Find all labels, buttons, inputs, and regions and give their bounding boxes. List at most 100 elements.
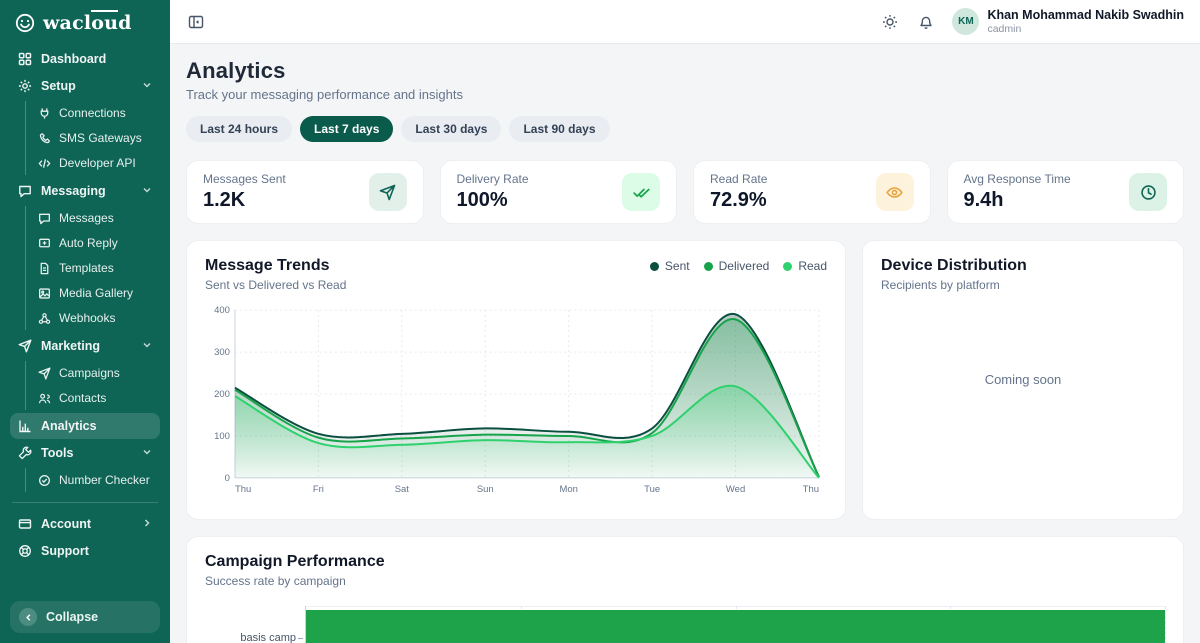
sidebar-item-developer-api[interactable]: Developer API bbox=[32, 151, 160, 175]
sidebar-item-label: Media Gallery bbox=[59, 286, 134, 300]
smiley-logo-icon bbox=[14, 12, 36, 34]
sidebar-item-number-checker[interactable]: Number Checker bbox=[32, 468, 160, 492]
image-icon bbox=[38, 287, 51, 300]
sidebar-toggle-button[interactable] bbox=[186, 12, 206, 32]
sidebar-item-connections[interactable]: Connections bbox=[32, 101, 160, 125]
bar-plot-area bbox=[305, 606, 1166, 643]
message-icon bbox=[38, 212, 51, 225]
sidebar-item-account[interactable]: Account bbox=[10, 511, 160, 537]
sidebar-item-label: Developer API bbox=[59, 156, 136, 170]
sidebar-item-contacts[interactable]: Contacts bbox=[32, 386, 160, 410]
filter-last-30-days[interactable]: Last 30 days bbox=[401, 116, 502, 142]
stat-card-messages-sent: Messages Sent 1.2K bbox=[186, 160, 424, 224]
chevron-right-icon bbox=[142, 518, 152, 531]
stat-value: 9.4h bbox=[963, 189, 1004, 211]
device-distribution-title: Device Distribution bbox=[881, 257, 1027, 274]
sidebar-item-tools[interactable]: Tools bbox=[10, 440, 160, 466]
clock-icon bbox=[1129, 173, 1167, 211]
chat-bubble-icon bbox=[18, 184, 32, 198]
sidebar-item-label: Campaigns bbox=[59, 366, 120, 380]
coming-soon-text: Coming soon bbox=[984, 371, 1062, 387]
legend-item-read[interactable]: Read bbox=[783, 259, 827, 273]
filter-last-90-days[interactable]: Last 90 days bbox=[509, 116, 610, 142]
send-icon bbox=[18, 339, 32, 353]
axis-tick bbox=[298, 637, 303, 639]
auto-reply-icon bbox=[38, 237, 51, 250]
message-trends-card: Message Trends Sent vs Delivered vs Read… bbox=[186, 240, 846, 520]
filter-last-7-days[interactable]: Last 7 days bbox=[300, 116, 394, 142]
svg-text:0: 0 bbox=[225, 473, 230, 484]
sidebar-item-dashboard[interactable]: Dashboard bbox=[10, 46, 160, 72]
stat-value: 100% bbox=[456, 189, 508, 211]
credit-card-icon bbox=[18, 517, 32, 531]
sidebar-item-label: Messaging bbox=[41, 183, 106, 198]
sidebar-item-messaging[interactable]: Messaging bbox=[10, 178, 160, 204]
send-icon bbox=[368, 173, 407, 211]
user-menu[interactable]: KM Khan Mohammad Nakib Swadhin cadmin bbox=[952, 8, 1184, 36]
sidebar-item-messages[interactable]: Messages bbox=[32, 206, 160, 230]
stat-cards: Messages Sent 1.2K Delivery Rate 100% Re… bbox=[186, 160, 1184, 224]
sidebar-item-support[interactable]: Support bbox=[10, 538, 160, 564]
campaign-bar[interactable] bbox=[306, 610, 1165, 643]
sidebar-item-media-gallery[interactable]: Media Gallery bbox=[32, 281, 160, 305]
code-icon bbox=[38, 157, 51, 170]
stat-label: Read Rate bbox=[710, 172, 768, 186]
sidebar-item-marketing[interactable]: Marketing bbox=[10, 333, 160, 359]
eye-icon bbox=[875, 173, 914, 211]
legend-dot-sent bbox=[649, 261, 659, 271]
svg-text:300: 300 bbox=[214, 347, 230, 358]
message-trends-chart: 0 100 200 300 400 Thu Fri Sat Sun Mon Tue Wed Thu bbox=[214, 305, 820, 495]
sidebar: wacloud Dashboard Setup Connections SMS … bbox=[0, 0, 170, 643]
stat-value: 1.2K bbox=[203, 189, 246, 211]
sidebar-item-campaigns[interactable]: Campaigns bbox=[32, 361, 160, 385]
sidebar-nav: Dashboard Setup Connections SMS Gateways bbox=[10, 46, 160, 601]
phone-icon bbox=[38, 132, 51, 145]
send-icon bbox=[38, 366, 51, 380]
sidebar-item-label: Messages bbox=[59, 211, 114, 225]
sidebar-item-label: Auto Reply bbox=[59, 236, 118, 250]
date-range-filters: Last 24 hours Last 7 days Last 30 days L… bbox=[186, 116, 1184, 142]
brand-logo[interactable]: wacloud bbox=[10, 10, 160, 46]
svg-text:Sat: Sat bbox=[395, 484, 410, 495]
check-check-icon bbox=[622, 173, 660, 211]
chevron-down-icon bbox=[142, 447, 152, 460]
users-icon bbox=[38, 392, 51, 405]
svg-text:400: 400 bbox=[214, 305, 230, 316]
sidebar-item-label: Dashboard bbox=[41, 51, 107, 66]
sidebar-item-setup[interactable]: Setup bbox=[10, 73, 160, 99]
sidebar-item-sms-gateways[interactable]: SMS Gateways bbox=[32, 126, 160, 150]
brand-name: wacloud bbox=[43, 10, 132, 34]
sidebar-item-auto-reply[interactable]: Auto Reply bbox=[32, 231, 160, 255]
page-title: Analytics bbox=[186, 58, 286, 83]
app-root: wacloud Dashboard Setup Connections SMS … bbox=[0, 0, 1200, 643]
webhook-icon bbox=[38, 312, 51, 325]
sidebar-item-label: Connections bbox=[59, 106, 126, 120]
chart-legend: Sent Delivered Read bbox=[649, 257, 827, 273]
tools-sublist: Number Checker bbox=[25, 468, 160, 492]
bar-category-label: basis camp bbox=[205, 606, 305, 643]
messaging-sublist: Messages Auto Reply Templates Media Gall… bbox=[25, 206, 160, 330]
svg-text:Thu: Thu bbox=[803, 484, 819, 495]
grid-icon bbox=[18, 52, 32, 66]
campaign-performance-title: Campaign Performance bbox=[205, 553, 385, 570]
sidebar-item-templates[interactable]: Templates bbox=[32, 256, 160, 280]
chevron-left-icon bbox=[19, 608, 37, 626]
theme-toggle-button[interactable] bbox=[880, 12, 900, 32]
sidebar-item-analytics[interactable]: Analytics bbox=[10, 413, 160, 439]
filter-last-24-hours[interactable]: Last 24 hours bbox=[186, 116, 293, 142]
legend-item-delivered[interactable]: Delivered bbox=[703, 259, 769, 273]
sidebar-item-label: Contacts bbox=[59, 391, 107, 405]
marketing-sublist: Campaigns Contacts bbox=[25, 361, 160, 410]
sidebar-item-label: Setup bbox=[41, 78, 76, 93]
campaign-performance-card: Campaign Performance Success rate by cam… bbox=[186, 536, 1184, 643]
svg-text:Mon: Mon bbox=[559, 484, 577, 495]
sidebar-collapse-button[interactable]: Collapse bbox=[10, 601, 160, 633]
stat-label: Delivery Rate bbox=[456, 172, 529, 186]
sidebar-item-webhooks[interactable]: Webhooks bbox=[32, 306, 160, 330]
svg-text:Thu: Thu bbox=[235, 484, 251, 495]
sidebar-item-label: Marketing bbox=[41, 338, 101, 353]
avatar: KM bbox=[952, 8, 980, 35]
notifications-bell-icon[interactable] bbox=[916, 12, 936, 32]
device-distribution-subtitle: Recipients by platform bbox=[881, 278, 1000, 292]
legend-item-sent[interactable]: Sent bbox=[649, 259, 690, 273]
